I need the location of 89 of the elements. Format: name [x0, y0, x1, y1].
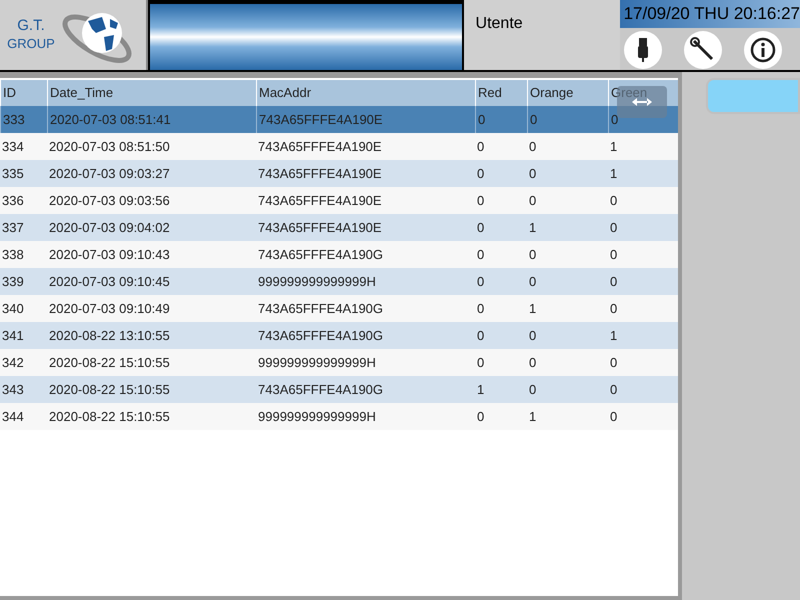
table-row[interactable]: 335 2020-07-03 09:03:27 743A65FFFE4A190E 0 0 1: [0, 160, 678, 187]
table-cell-text: 743A65FFFE4A190G: [257, 381, 384, 399]
user-label: Utente: [476, 15, 523, 32]
table-cell-text: 0: [476, 165, 486, 183]
table-cell-text: 0: [476, 246, 486, 264]
table-row[interactable]: 341 2020-08-22 13:10:55 743A65FFFE4A190G 0 0 1: [0, 322, 678, 349]
table-cell-text: 999999999999999H: [257, 408, 377, 426]
table-row[interactable]: 333 2020-07-03 08:51:41 743A65FFFE4A190E 0 0 0: [0, 106, 678, 133]
table-row[interactable]: 343 2020-08-22 15:10:55 743A65FFFE4A190G 1 0 0: [0, 376, 678, 403]
table-row[interactable]: 340 2020-07-03 09:10:49 743A65FFFE4A190G 0 1 0: [0, 295, 678, 322]
table-cell-text: 342: [1, 354, 25, 372]
table-cell-text: 743A65FFFE4A190E: [257, 192, 383, 210]
table-cell-text: 338: [1, 246, 25, 264]
table-cell-text: 0: [476, 300, 486, 318]
table-cell-text: 999999999999999H: [257, 354, 377, 372]
info-icon: [750, 37, 776, 63]
table-cell-text: 2020-07-03 09:03:56: [48, 192, 171, 210]
table-row[interactable]: 337 2020-07-03 09:04:02 743A65FFFE4A190E 0 1 0: [0, 214, 678, 241]
table-cell-text: 0: [528, 354, 538, 372]
table-cell-text: 743A65FFFE4A190G: [257, 246, 384, 264]
table-cell-text: 336: [1, 192, 25, 210]
info-button[interactable]: [744, 31, 782, 69]
table-cell-text: 0: [476, 219, 486, 237]
table-cell-text: 0: [609, 246, 618, 264]
table-cell-text: 743A65FFFE4A190G: [257, 300, 384, 318]
table-cell-text: 2020-07-03 09:03:27: [48, 165, 171, 183]
table-row[interactable]: 336 2020-07-03 09:03:56 743A65FFFE4A190E 0 0 0: [0, 187, 678, 214]
usb-button[interactable]: [624, 31, 662, 69]
table-cell-text: 1: [528, 408, 538, 426]
table-cell-text: 0: [528, 138, 538, 156]
table-cell-text: 1: [528, 300, 538, 318]
table-row[interactable]: 342 2020-08-22 15:10:55 999999999999999H 0 0 0: [0, 349, 678, 376]
table-cell-text: 340: [1, 300, 25, 318]
table-cell-text: 0: [609, 300, 618, 318]
table-cell-text: 0: [609, 192, 618, 210]
logo-text: G.T.: [17, 17, 45, 35]
table-row[interactable]: 334 2020-07-03 08:51:50 743A65FFFE4A190E 0 0 1: [0, 133, 678, 160]
table-cell-text: 0: [476, 138, 486, 156]
table-cell-text: 743A65FFFE4A190E: [257, 138, 383, 156]
table-cell-text: 2020-08-22 15:10:55: [48, 354, 171, 372]
table-cell-text: 2020-08-22 15:10:55: [48, 408, 171, 426]
table-cell-text: 341: [1, 327, 25, 345]
table-cell-text: 0: [476, 192, 486, 210]
table-cell-text: 0: [609, 408, 618, 426]
table-cell-text: 1: [528, 219, 538, 237]
table-cell-text: 0: [476, 327, 486, 345]
table-cell-text: 2020-07-03 09:10:43: [48, 246, 171, 264]
table-cell-text: 1: [609, 327, 618, 345]
table-row[interactable]: 338 2020-07-03 09:10:43 743A65FFFE4A190G 0 0 0: [0, 241, 678, 268]
table-cell-text: 1: [476, 381, 486, 399]
table-cell-text: 2020-08-22 13:10:55: [48, 327, 171, 345]
table-cell-text: 743A65FFFE4A190E: [257, 219, 383, 237]
table-cell-text: 0: [476, 354, 486, 372]
table-cell-text: 0: [528, 273, 538, 291]
table-cell-text: 2020-07-03 09:10:49: [48, 300, 171, 318]
table-cell-text: 0: [528, 192, 538, 210]
table-cell-text: 0: [528, 327, 538, 345]
table-cell-text: 2020-07-03 09:04:02: [48, 219, 171, 237]
double-arrow-icon: [632, 98, 652, 106]
table-cell-text: 334: [1, 138, 25, 156]
usb-icon: [636, 38, 649, 62]
settings-button[interactable]: [684, 31, 722, 69]
table-cell-text: 1: [609, 165, 618, 183]
table-row[interactable]: 344 2020-08-22 15:10:55 999999999999999H 0 1 0: [0, 403, 678, 430]
table-cell-text: 0: [528, 165, 538, 183]
table-cell-text: 335: [1, 165, 25, 183]
date-time: 17/09/20 THU 20:16:27: [620, 0, 800, 28]
table-cell-text: 0: [609, 273, 618, 291]
table-cell-text: 337: [1, 219, 25, 237]
table-cell-text: 0: [476, 273, 486, 291]
table-cell-text: 344: [1, 408, 25, 426]
table-row[interactable]: 339 2020-07-03 09:10:45 999999999999999H 0 0 0: [0, 268, 678, 295]
table-cell-text: 339: [1, 273, 25, 291]
table-cell-text: 0: [528, 246, 538, 264]
table-cell-text: 0: [609, 354, 618, 372]
table-cell-text: 743A65FFFE4A190E: [257, 165, 383, 183]
table-cell-text: 0: [609, 219, 618, 237]
logo-text: GROUP: [7, 35, 55, 53]
wrench-icon: [690, 37, 716, 63]
table-cell-text: 1: [609, 138, 618, 156]
table-cell-text: 0: [609, 381, 618, 399]
table-cell-text: 2020-07-03 09:10:45: [48, 273, 171, 291]
table-cell-text: 0: [528, 381, 538, 399]
table-cell-text: 2020-08-22 15:10:55: [48, 381, 171, 399]
table-cell-text: 999999999999999H: [257, 273, 377, 291]
table-cell-text: 343: [1, 381, 25, 399]
table-cell-text: 2020-07-03 08:51:50: [48, 138, 171, 156]
table-cell-text: 743A65FFFE4A190G: [257, 327, 384, 345]
table-cell-text: 0: [476, 408, 486, 426]
